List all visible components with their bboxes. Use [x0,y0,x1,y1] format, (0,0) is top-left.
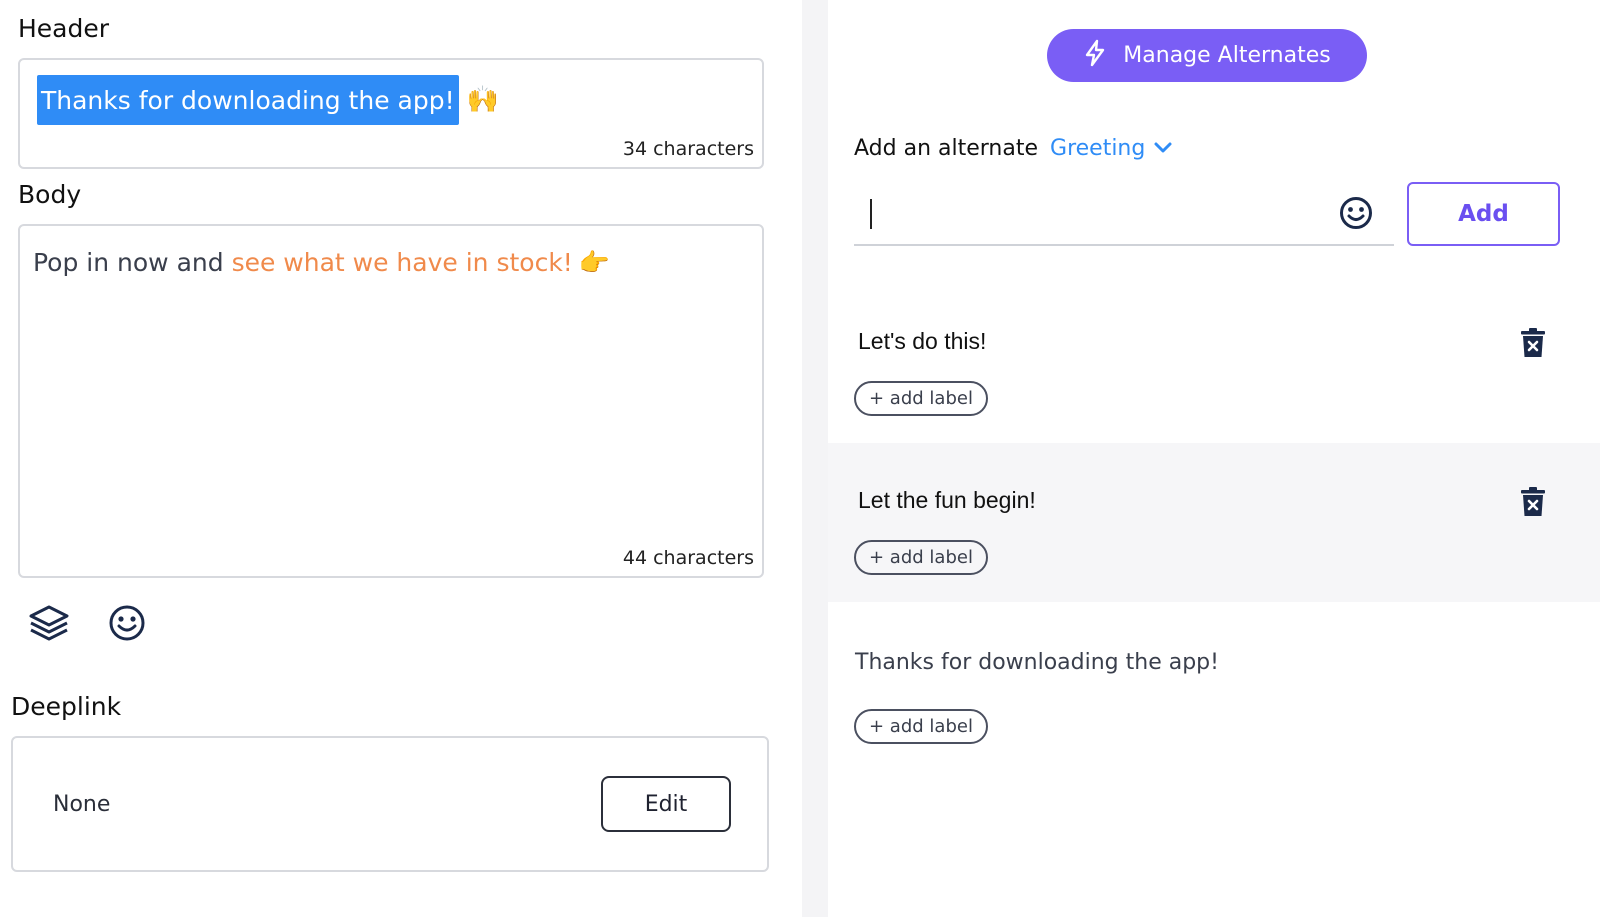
add-label-button[interactable]: + add label [854,381,988,416]
header-field[interactable]: Thanks for downloading the app! 🙌 34 cha… [18,58,764,169]
alternate-text: Let the fun begin! [858,487,1036,513]
smiley-icon[interactable] [107,603,149,645]
header-char-count: 34 characters [622,138,754,160]
raising-hands-emoji: 🙌 [466,85,499,115]
panel-divider [802,0,828,917]
alternate-item: Let the fun begin! + add label [828,443,1600,602]
body-title: Body [18,180,82,209]
add-alternate-label: Add an alternate [854,136,1039,161]
header-selected-text[interactable]: Thanks for downloading the app! [37,75,459,125]
message-editor: Header Thanks for downloading the app! 🙌… [0,0,1600,917]
alternate-text: Let's do this! [858,328,987,354]
chevron-down-icon [1153,136,1173,161]
alternate-item-original: Thanks for downloading the app! + add la… [828,602,1600,772]
body-text[interactable]: Pop in now and see what we have in stock… [33,248,610,278]
lightning-icon [1083,39,1107,73]
deeplink-edit-button[interactable]: Edit [601,776,731,832]
deeplink-title: Deeplink [11,692,122,721]
add-label-button[interactable]: + add label [854,540,988,575]
pointing-right-emoji: 👉 [578,248,610,277]
alternate-input-wrapper [854,182,1394,246]
body-char-count: 44 characters [622,547,754,569]
header-text[interactable]: Thanks for downloading the app! 🙌 [37,75,499,125]
alternate-item: Let's do this! + add label [828,284,1600,443]
alternate-type-select[interactable]: Greeting [1050,136,1173,161]
layers-icon[interactable] [28,602,70,644]
body-text-plain: Pop in now and [33,248,232,277]
smiley-icon[interactable] [1338,195,1374,231]
alternate-text-input[interactable] [854,182,1324,244]
alternate-type-value: Greeting [1050,136,1146,161]
deeplink-value: None [53,792,111,817]
message-panel: Header Thanks for downloading the app! 🙌… [0,0,802,917]
alternates-panel: Manage Alternates Add an alternate Greet… [828,0,1600,917]
manage-alternates-button[interactable]: Manage Alternates [1047,29,1367,82]
body-text-accent: see what we have in stock! [231,248,573,277]
trash-icon[interactable] [1520,487,1546,517]
alternate-text: Thanks for downloading the app! [855,650,1219,675]
manage-alternates-label: Manage Alternates [1123,43,1331,68]
add-alternate-button[interactable]: Add [1407,182,1560,246]
trash-icon[interactable] [1520,328,1546,358]
body-field[interactable]: Pop in now and see what we have in stock… [18,224,764,578]
header-title: Header [18,14,110,43]
add-label-button[interactable]: + add label [854,709,988,744]
deeplink-field: None Edit [11,736,769,872]
add-alternate-row: Add an alternate Greeting [854,136,1173,161]
text-cursor [870,199,872,229]
